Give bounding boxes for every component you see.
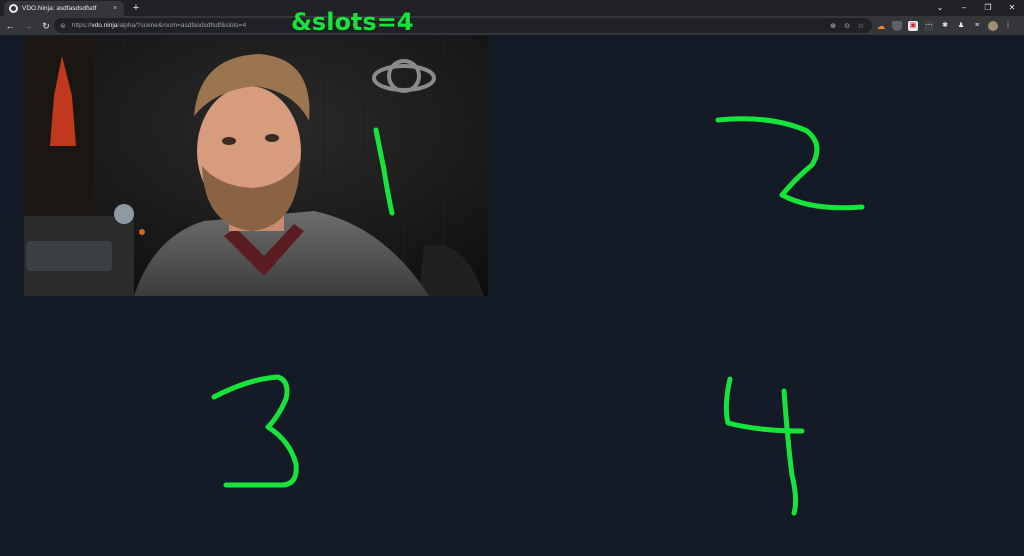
share-icon[interactable]: ⊙	[840, 22, 854, 30]
flask-extension-icon[interactable]: ♟	[956, 21, 966, 31]
browser-menu-icon[interactable]: ⋮	[1004, 21, 1012, 31]
extensions-puzzle-icon[interactable]: ✱	[940, 21, 950, 31]
slots-parameter-annotation: &slots=4	[291, 8, 414, 36]
url-path: /alpha/?scene&room=asdfasdsdfsdf&slots=4	[117, 22, 247, 29]
tab-close-icon[interactable]: ×	[111, 5, 119, 12]
forward-button[interactable]: →	[20, 18, 36, 34]
slot-2-handwritten-digit	[715, 116, 865, 211]
slot-number-1	[370, 125, 400, 225]
browser-tab-strip: VDO.Ninja: asdfasdsdfsdf × + ⌄ – ❐ ✕	[0, 0, 1024, 16]
slot-number-4	[718, 375, 818, 525]
tab-search-button[interactable]: ⌄	[928, 0, 952, 16]
shield-extension-icon[interactable]	[892, 20, 902, 31]
restore-button[interactable]: ❐	[976, 0, 1000, 16]
url-scheme: https://	[71, 22, 92, 29]
extensions-bar: ☁ ▣ ⋯ ✱ ♟ ≡ ⋮	[876, 18, 1018, 33]
window-controls: ⌄ – ❐ ✕	[928, 0, 1024, 16]
reading-list-icon[interactable]: ≡	[972, 21, 982, 31]
vdo-ninja-scene	[0, 35, 1024, 556]
slot-1-handwritten-digit	[373, 127, 395, 216]
vdo-ninja-favicon-icon	[9, 4, 18, 13]
back-button[interactable]: ←	[2, 18, 18, 34]
site-info-icon[interactable]: ⊜	[60, 22, 66, 30]
bookmark-star-icon[interactable]: ☆	[854, 22, 868, 30]
dots-extension-icon[interactable]: ⋯	[924, 20, 934, 31]
tab-title: VDO.Ninja: asdfasdsdfsdf	[22, 5, 97, 12]
url-host: vdo.ninja	[91, 22, 118, 29]
new-tab-button[interactable]: +	[130, 2, 142, 14]
address-bar[interactable]: ⊜ https://vdo.ninja/alpha/?scene&room=as…	[54, 18, 872, 33]
zoom-icon[interactable]: ⊕	[826, 22, 840, 30]
red-extension-icon[interactable]: ▣	[908, 20, 918, 31]
browser-toolbar: ← → ↻ ⊜ https://vdo.ninja/alpha/?scene&r…	[0, 16, 1024, 35]
slot-number-2	[712, 115, 872, 220]
video-slot-1	[24, 36, 488, 296]
browser-tab[interactable]: VDO.Ninja: asdfasdsdfsdf ×	[4, 1, 124, 16]
url-text[interactable]: https://vdo.ninja/alpha/?scene&room=asdf…	[72, 22, 246, 29]
profile-avatar[interactable]	[988, 20, 998, 31]
omnibox-icons: ⊕ ⊙ ☆	[826, 18, 868, 33]
slot-4-handwritten-digit	[723, 376, 805, 516]
slot-3-handwritten-digit	[211, 374, 299, 488]
reload-button[interactable]: ↻	[38, 18, 54, 34]
video-feed-person	[24, 36, 488, 296]
cloud-extension-icon[interactable]: ☁	[876, 21, 886, 31]
close-window-button[interactable]: ✕	[1000, 0, 1024, 16]
slot-number-3	[208, 369, 308, 499]
minimize-button[interactable]: –	[952, 0, 976, 16]
